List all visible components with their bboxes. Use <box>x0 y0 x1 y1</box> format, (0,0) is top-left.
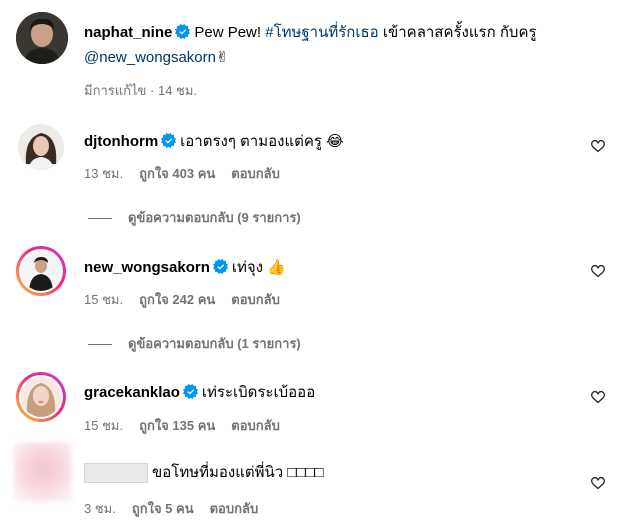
comment-time[interactable]: 15 ชม. <box>84 418 123 433</box>
comment-time[interactable]: 3 ชม. <box>84 501 116 516</box>
heart-outline-icon[interactable] <box>590 475 606 491</box>
caption-line: naphat_nine Pew Pew! #โทษฐานที่รักเธอ เข้… <box>84 22 537 44</box>
view-replies-button[interactable]: ดูข้อความตอบกลับ (1 รายการ) <box>88 333 301 354</box>
caption-hashtag[interactable]: #โทษฐานที่รักเธอ <box>265 24 378 41</box>
caption-text: Pew Pew! <box>194 24 266 41</box>
meta-separator: · <box>146 83 158 98</box>
heart-outline-icon[interactable] <box>590 389 606 405</box>
post-meta: มีการแก้ไข · 14 ชม. <box>84 80 213 101</box>
edited-label: มีการแก้ไข <box>84 83 147 98</box>
view-replies-label: ดูข้อความตอบกลับ (1 รายการ) <box>128 336 301 351</box>
caption-rest: เข้าคลาสครั้งแรก กับครู <box>378 24 537 41</box>
avatar-naphat[interactable] <box>16 12 68 64</box>
post-username[interactable]: naphat_nine <box>84 24 172 41</box>
comment-item: ขอโทษที่มองแต่พี่นิว □□□□ 3 ชม. ถูกใจ 5 ค… <box>0 442 618 522</box>
avatar-djtonhorm[interactable] <box>18 124 64 170</box>
comment-item: djtonhorm เอาตรงๆ ตามองแต่ครู 😂 13 ชม. ถูก… <box>0 118 618 228</box>
comment-likes[interactable]: ถูกใจ 5 คน <box>132 501 194 516</box>
verified-badge-icon <box>212 259 228 274</box>
avatar-gracekanklao[interactable] <box>16 372 66 422</box>
comment-likes[interactable]: ถูกใจ 242 คน <box>139 292 215 307</box>
reply-button[interactable]: ตอบกลับ <box>231 418 280 433</box>
verified-badge-icon <box>175 24 191 39</box>
avatar-new-wongsakorn[interactable] <box>16 246 66 296</box>
blurred-avatar <box>14 442 72 502</box>
comment-emoji: 😂 <box>326 132 344 150</box>
comment-time[interactable]: 13 ชม. <box>84 166 123 181</box>
post-time[interactable]: 14 ชม. <box>158 83 197 98</box>
comment-likes[interactable]: ถูกใจ 403 คน <box>139 166 215 181</box>
comment-item: gracekanklao เท่ระเบิดระเบ้อออ 15 ชม. ถูกใ… <box>0 368 618 434</box>
verified-badge-icon <box>161 133 177 148</box>
comment-meta: 15 ชม. ถูกใจ 135 คน ตอบกลับ <box>84 415 296 436</box>
replies-divider <box>88 344 112 346</box>
verified-badge-icon <box>182 384 198 399</box>
replies-divider <box>88 218 112 220</box>
comment-emoji: □□□□ <box>287 464 324 481</box>
caption-emoji: ✌ <box>215 48 229 66</box>
heart-outline-icon[interactable] <box>590 263 606 279</box>
comment-item: new_wongsakorn เท่จุง 👍 15 ชม. ถูกใจ 242 ค… <box>0 242 618 354</box>
comment-meta: 13 ชม. ถูกใจ 403 คน ตอบกลับ <box>84 163 296 184</box>
comment-text: เท่จุง <box>231 259 263 276</box>
comment-text: เท่ระเบิดระเบ้อออ <box>201 384 316 401</box>
comment-username[interactable]: new_wongsakorn <box>84 259 210 276</box>
reply-button[interactable]: ตอบกลับ <box>210 501 259 516</box>
reply-button[interactable]: ตอบกลับ <box>231 166 280 181</box>
comment-meta: 15 ชม. ถูกใจ 242 คน ตอบกลับ <box>84 289 296 310</box>
comment-text: เอาตรงๆ ตามองแต่ครู <box>180 133 322 150</box>
heart-outline-icon[interactable] <box>590 138 606 154</box>
view-replies-button[interactable]: ดูข้อความตอบกลับ (9 รายการ) <box>88 207 301 228</box>
post-caption: naphat_nine Pew Pew! #โทษฐานที่รักเธอ เข้… <box>0 0 618 100</box>
blurred-username <box>84 463 148 484</box>
caption-mention[interactable]: @new_wongsakorn <box>84 49 216 66</box>
caption-line-2: @new_wongsakorn✌ <box>84 46 229 69</box>
comment-line: gracekanklao เท่ระเบิดระเบ้อออ <box>84 382 315 404</box>
comment-text: ขอโทษที่มองแต่พี่นิว <box>152 464 284 481</box>
comment-time[interactable]: 15 ชม. <box>84 292 123 307</box>
comment-line: djtonhorm เอาตรงๆ ตามองแต่ครู 😂 <box>84 130 344 153</box>
comment-line: ขอโทษที่มองแต่พี่นิว □□□□ <box>84 462 324 484</box>
comment-username[interactable]: gracekanklao <box>84 384 180 401</box>
comment-username[interactable]: djtonhorm <box>84 133 158 150</box>
comment-meta: 3 ชม. ถูกใจ 5 คน ตอบกลับ <box>84 498 274 519</box>
reply-button[interactable]: ตอบกลับ <box>231 292 280 307</box>
comment-line: new_wongsakorn เท่จุง 👍 <box>84 256 286 279</box>
comment-emoji: 👍 <box>267 258 286 276</box>
comment-likes[interactable]: ถูกใจ 135 คน <box>139 418 215 433</box>
view-replies-label: ดูข้อความตอบกลับ (9 รายการ) <box>128 210 301 225</box>
